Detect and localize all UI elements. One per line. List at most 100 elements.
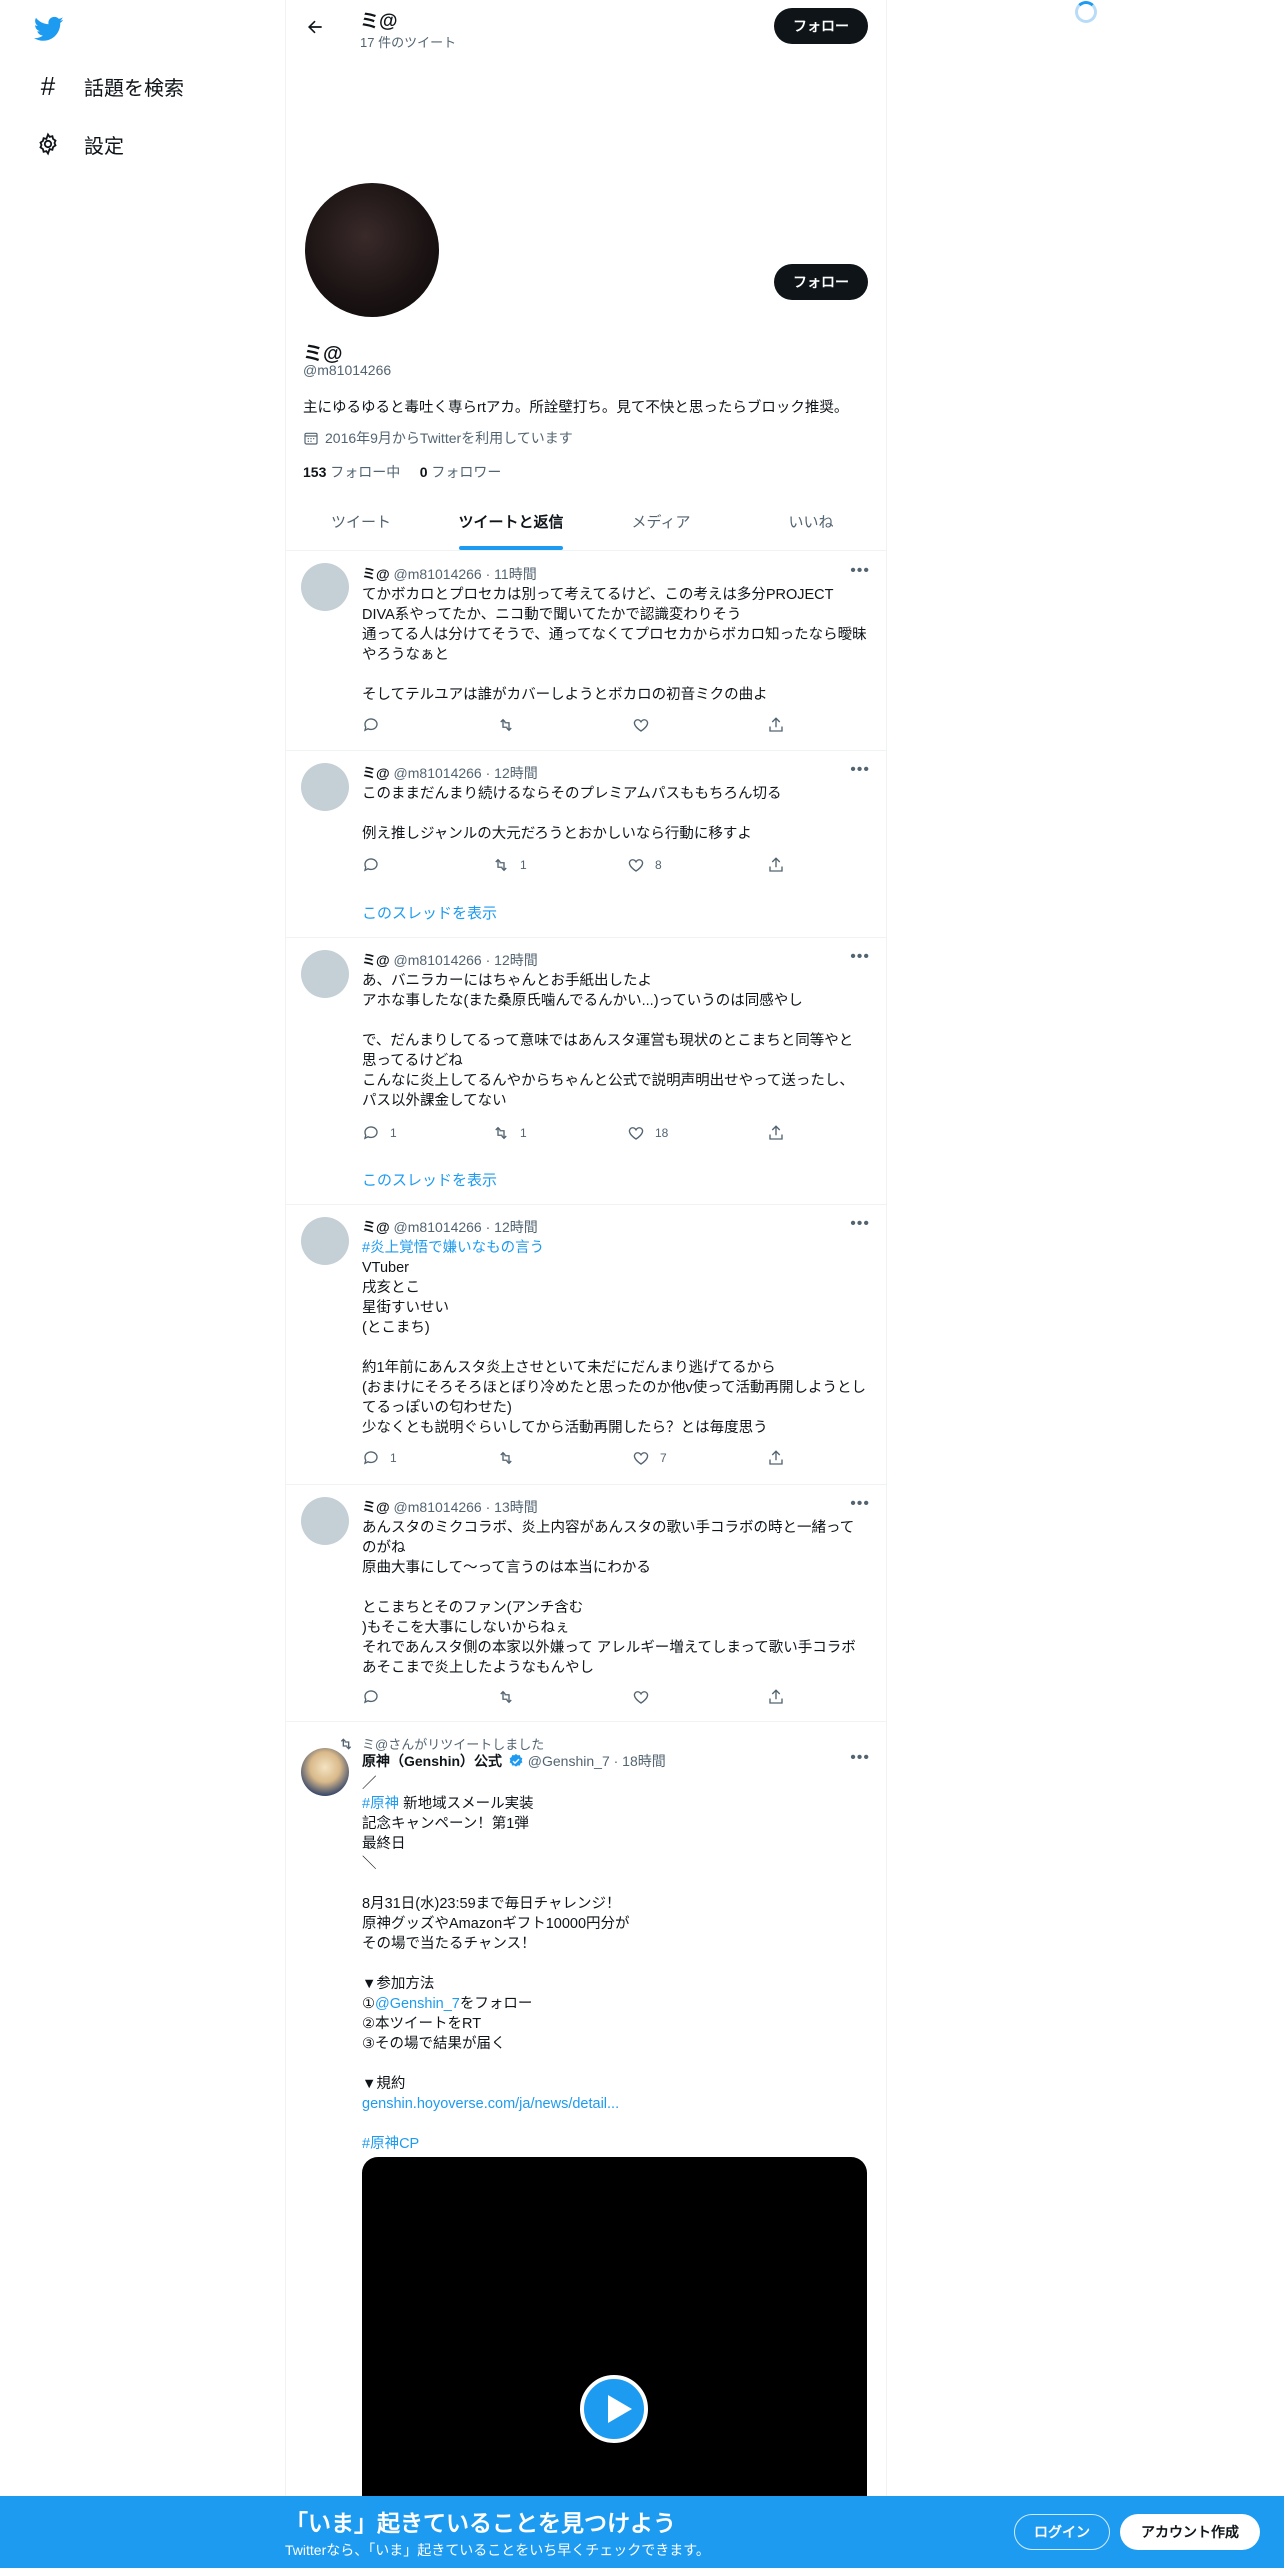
header-tweet-count: 17 件のツイート [360, 35, 457, 50]
share-icon [769, 1450, 783, 1465]
retweet-button[interactable]: 1 [492, 856, 527, 874]
profile-joined-text: 2016年9月からTwitterを利用しています [325, 430, 573, 446]
reply-button[interactable] [362, 856, 390, 874]
hashtag-link[interactable]: #原神CP [362, 2136, 419, 2152]
retweet-button[interactable] [497, 1688, 525, 1706]
header-follow-button[interactable]: フォロー [774, 8, 868, 44]
tweet-text: あ、バニラカーにはちゃんとお手紙出したよ アホな事したな(また桑原氏噛んでるんか… [362, 973, 854, 1109]
avatar[interactable] [301, 763, 349, 811]
more-icon[interactable]: ••• [850, 1215, 870, 1233]
tweet-actions [362, 716, 802, 736]
share-button[interactable] [767, 1124, 785, 1142]
share-button[interactable] [767, 1688, 785, 1706]
hashtag-link[interactable]: #原神 [362, 1796, 399, 1812]
verified-badge-icon [509, 1754, 523, 1767]
play-icon[interactable] [580, 2375, 648, 2443]
tweet-text: ／ #原神 新地域スメール実装 記念キャンペーン！第1弾 最終日 ＼ 8月31日… [362, 1776, 630, 2152]
show-thread-link[interactable]: このスレッドを表示 [362, 1169, 497, 1190]
profile-tabs: ツイート ツイートと返信 メディア いいね [286, 500, 886, 551]
share-icon [769, 1125, 783, 1140]
reply-icon [363, 858, 378, 872]
tweet-text: #炎上覚悟で嫌いなもの言う VTuber 戌亥とこ 星街すいせい (とこまち) … [362, 1240, 867, 1436]
tweet-header: ミ@ @m81014266 · 12時間 [362, 952, 538, 968]
retweet-icon [495, 858, 507, 872]
sidebar: # 話題を検索 設定 [0, 0, 285, 2568]
hashtag-icon: # [40, 70, 56, 101]
back-arrow-icon[interactable] [300, 12, 330, 42]
retweet-icon [500, 1451, 512, 1465]
follow-button[interactable]: フォロー [774, 264, 868, 300]
like-button[interactable] [632, 716, 660, 734]
like-button[interactable]: 7 [632, 1449, 667, 1467]
heart-icon [633, 719, 649, 732]
following-link[interactable]: 153 フォロー中 [303, 464, 400, 480]
profile-header-bar: ミ@ 17 件のツイート フォロー [286, 0, 886, 53]
avatar[interactable] [301, 1497, 349, 1545]
tweet-actions: 1 7 [362, 1449, 802, 1469]
calendar-icon [304, 432, 318, 445]
share-button[interactable] [767, 1449, 785, 1467]
login-button[interactable]: ログイン [1014, 2514, 1110, 2550]
profile-handle: @m81014266 [303, 362, 392, 378]
tweet-actions: 1 1 18 [362, 1124, 802, 1144]
heart-icon [633, 1691, 649, 1704]
reply-icon [363, 1451, 378, 1465]
retweet-icon [500, 718, 512, 732]
signup-banner: 「いま」起きていることを見つけよう Twitterなら、「いま」起きていることを… [0, 2496, 1284, 2568]
hashtag-link[interactable]: #炎上覚悟で嫌いなもの言う [362, 1240, 544, 1256]
reply-button[interactable] [362, 716, 390, 734]
tab-likes[interactable]: いいね [736, 500, 886, 550]
tab-tweets-replies[interactable]: ツイートと返信 [436, 500, 586, 550]
more-icon[interactable]: ••• [850, 562, 870, 580]
tweet[interactable]: ミ@ @m81014266 · 12時間 ••• このままだんまり続けるならその… [286, 751, 886, 938]
tweet-header: ミ@ @m81014266 · 12時間 [362, 1219, 538, 1235]
show-thread-link[interactable]: このスレッドを表示 [362, 902, 497, 923]
reply-button[interactable]: 1 [362, 1449, 397, 1467]
share-button[interactable] [767, 856, 785, 874]
reply-button[interactable]: 1 [362, 1124, 397, 1142]
nav-explore[interactable]: # 話題を検索 [34, 66, 184, 106]
tweet[interactable]: ミ@ @m81014266 · 12時間 ••• あ、バニラカーにはちゃんとお手… [286, 938, 886, 1205]
signup-button[interactable]: アカウント作成 [1120, 2514, 1260, 2550]
retweet-icon [500, 1690, 512, 1704]
avatar[interactable] [301, 950, 349, 998]
tab-tweets[interactable]: ツイート [286, 500, 436, 550]
heart-icon [633, 1452, 649, 1465]
nav-settings[interactable]: 設定 [34, 124, 124, 164]
tweet-header: ミ@ @m81014266 · 13時間 [362, 1499, 538, 1515]
tweet[interactable]: ミ@ @m81014266 · 12時間 ••• #炎上覚悟で嫌いなもの言う V… [286, 1205, 886, 1485]
tweet-header: 原神（Genshin）公式 @Genshin_7 · 18時間 [362, 1753, 666, 1769]
url-link[interactable]: genshin.hoyoverse.com/ja/news/detail... [362, 2096, 619, 2112]
like-button[interactable] [632, 1688, 660, 1706]
retweet-button[interactable] [497, 716, 525, 734]
tweet-actions [362, 1688, 802, 1708]
more-icon[interactable]: ••• [850, 1495, 870, 1513]
share-button[interactable] [767, 716, 785, 734]
mention-link[interactable]: @Genshin_7 [375, 1996, 460, 2012]
header-name: ミ@ [360, 11, 398, 32]
retweeted-tweet[interactable]: ミ@さんがリツイートしました 原神（Genshin）公式 @Genshin_7 … [286, 1722, 886, 2557]
followers-link[interactable]: 0 フォロワー [420, 464, 502, 480]
tweet[interactable]: ミ@ @m81014266 · 11時間 ••• てかボカロとプロセカは別って考… [286, 551, 886, 751]
profile-avatar[interactable] [305, 183, 439, 317]
banner-title: 「いま」起きていることを見つけよう [285, 2510, 676, 2536]
more-icon[interactable]: ••• [850, 1749, 870, 1767]
more-icon[interactable]: ••• [850, 761, 870, 779]
heart-icon [628, 1127, 644, 1140]
reply-button[interactable] [362, 1688, 390, 1706]
gear-icon [34, 130, 62, 158]
avatar[interactable] [301, 1748, 349, 1796]
reply-icon [363, 1690, 378, 1704]
tab-media[interactable]: メディア [586, 500, 736, 550]
retweet-button[interactable]: 1 [492, 1124, 527, 1142]
twitter-bird-icon[interactable] [32, 14, 66, 44]
like-button[interactable]: 8 [627, 856, 662, 874]
nav-settings-label: 設定 [84, 135, 124, 158]
retweet-button[interactable] [497, 1449, 525, 1467]
avatar[interactable] [301, 563, 349, 611]
profile-bio: 主にゆるゆると毒吐く専らrtアカ。所詮壁打ち。見て不快と思ったらブロック推奨。 [303, 400, 849, 416]
tweet[interactable]: ミ@ @m81014266 · 13時間 ••• あんスタのミクコラボ、炎上内容… [286, 1485, 886, 1722]
like-button[interactable]: 18 [627, 1124, 668, 1142]
more-icon[interactable]: ••• [850, 948, 870, 966]
avatar[interactable] [301, 1217, 349, 1265]
